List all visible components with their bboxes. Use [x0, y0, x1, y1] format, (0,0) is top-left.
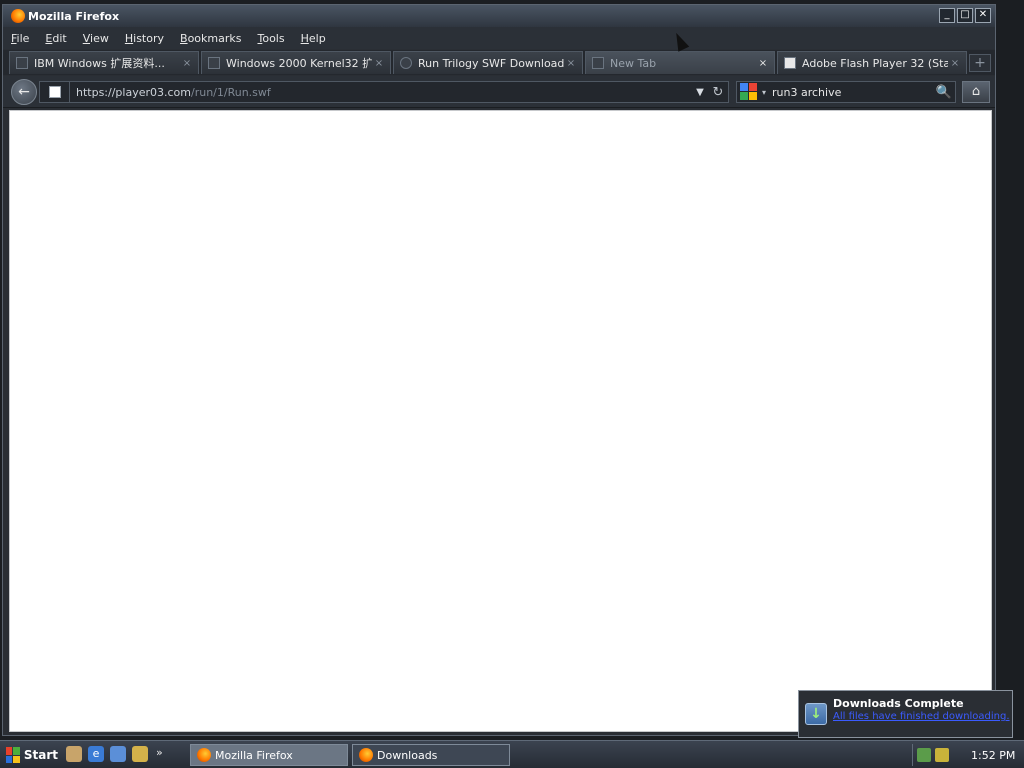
windows-logo-icon: [6, 747, 20, 763]
back-arrow-icon: ←: [18, 84, 30, 100]
taskbar-button-label: Downloads: [377, 748, 438, 762]
search-engine-dropdown-icon[interactable]: ▾: [762, 88, 766, 97]
firefox-icon: [359, 748, 373, 762]
url-bar[interactable]: https://player03.com/run/1/Run.swf ▼ ↻: [39, 81, 729, 103]
tab-label: IBM Windows 扩展资料...: [34, 57, 165, 70]
reload-icon[interactable]: ↻: [708, 85, 728, 100]
page-favicon-icon: [208, 57, 220, 69]
tab-label: New Tab: [610, 56, 657, 70]
url-path: /run/1/Run.swf: [191, 85, 271, 99]
menu-history[interactable]: History: [125, 32, 164, 45]
tab-label: Run Trilogy SWF Downloads ...: [418, 56, 564, 70]
show-desktop-icon[interactable]: [66, 746, 82, 762]
minimize-button[interactable]: _: [939, 8, 955, 23]
tab-label: Windows 2000 Kernel32 扩...: [226, 57, 372, 70]
taskbar-button-firefox[interactable]: Mozilla Firefox: [190, 744, 348, 766]
url-host: https://player03.com: [76, 85, 191, 99]
maximize-button[interactable]: □: [957, 8, 973, 23]
back-button[interactable]: ←: [11, 79, 37, 105]
search-bar[interactable]: ▾ run3 archive 🔍: [736, 81, 956, 103]
search-input[interactable]: run3 archive: [772, 86, 933, 99]
tab-windows-2000-kernel32[interactable]: Windows 2000 Kernel32 扩... ×: [201, 51, 391, 74]
notification-title: Downloads Complete: [833, 697, 964, 710]
search-icon[interactable]: 🔍: [933, 85, 955, 100]
menu-help[interactable]: Help: [301, 32, 326, 45]
download-complete-icon: ↓: [805, 703, 827, 725]
quick-launch: e »: [66, 746, 163, 762]
menu-edit[interactable]: Edit: [45, 32, 66, 45]
taskbar: Start e » Mozilla Firefox Downloads 1:52…: [0, 740, 1024, 768]
tab-close-icon[interactable]: ×: [756, 58, 770, 69]
menu-bar: File Edit View History Bookmarks Tools H…: [3, 27, 995, 49]
page-favicon-icon: [400, 57, 412, 69]
title-bar[interactable]: Mozilla Firefox _ □ ✕: [3, 5, 995, 27]
tab-close-icon[interactable]: ×: [180, 58, 194, 69]
window-title: Mozilla Firefox: [28, 9, 120, 23]
quick-launch-overflow-icon[interactable]: »: [156, 746, 163, 762]
home-icon: ⌂: [971, 84, 981, 99]
window-controls: _ □ ✕: [939, 8, 991, 23]
downloads-notification[interactable]: ↓ Downloads Complete All files have fini…: [798, 690, 1013, 738]
page-favicon-icon: [16, 57, 28, 69]
network-icon[interactable]: [917, 748, 931, 762]
tab-close-icon[interactable]: ×: [564, 58, 578, 69]
clock[interactable]: 1:52 PM: [971, 749, 1015, 762]
tab-label: Adobe Flash Player 32 (Stan...: [802, 56, 948, 70]
tab-run-trilogy[interactable]: Run Trilogy SWF Downloads ... ×: [393, 51, 583, 74]
internet-explorer-icon[interactable]: e: [88, 746, 104, 762]
outlook-express-icon[interactable]: [110, 746, 126, 762]
menu-view[interactable]: View: [83, 32, 109, 45]
tab-close-icon[interactable]: ×: [372, 58, 386, 69]
system-tray: 1:52 PM: [912, 744, 1020, 766]
trash-icon: [784, 57, 796, 69]
tab-new-tab[interactable]: New Tab ×: [585, 51, 775, 74]
firefox-window: Mozilla Firefox _ □ ✕ File Edit View His…: [2, 4, 996, 736]
blank-page-icon: [592, 57, 604, 69]
security-icon[interactable]: [935, 748, 949, 762]
firefox-logo-icon: [11, 9, 25, 23]
media-player-icon[interactable]: [132, 746, 148, 762]
tab-adobe-flash-player[interactable]: Adobe Flash Player 32 (Stan... ×: [777, 51, 967, 74]
site-identity-button[interactable]: [40, 82, 70, 102]
start-button[interactable]: Start: [2, 744, 58, 766]
page-content[interactable]: [9, 110, 992, 732]
google-icon[interactable]: [740, 83, 760, 101]
firefox-icon: [197, 748, 211, 762]
tab-strip: IBM Windows 扩展资料... × Windows 2000 Kerne…: [3, 50, 995, 75]
page-icon: [48, 86, 61, 98]
menu-bookmarks[interactable]: Bookmarks: [180, 32, 241, 45]
url-text[interactable]: https://player03.com/run/1/Run.swf: [70, 86, 692, 99]
menu-file[interactable]: File: [11, 32, 29, 45]
start-label: Start: [23, 748, 58, 762]
tab-close-icon[interactable]: ×: [948, 58, 962, 69]
taskbar-button-label: Mozilla Firefox: [215, 748, 293, 762]
notification-link[interactable]: All files have finished downloading.: [833, 711, 1010, 722]
url-dropdown-icon[interactable]: ▼: [692, 87, 708, 98]
taskbar-button-downloads[interactable]: Downloads: [352, 744, 510, 766]
close-button[interactable]: ✕: [975, 8, 991, 23]
menu-tools[interactable]: Tools: [257, 32, 284, 45]
home-button[interactable]: ⌂: [962, 81, 990, 103]
new-tab-button[interactable]: +: [969, 54, 991, 72]
tab-ibm-windows[interactable]: IBM Windows 扩展资料... ×: [9, 51, 199, 74]
navigation-bar: ← https://player03.com/run/1/Run.swf ▼ ↻…: [3, 76, 995, 108]
